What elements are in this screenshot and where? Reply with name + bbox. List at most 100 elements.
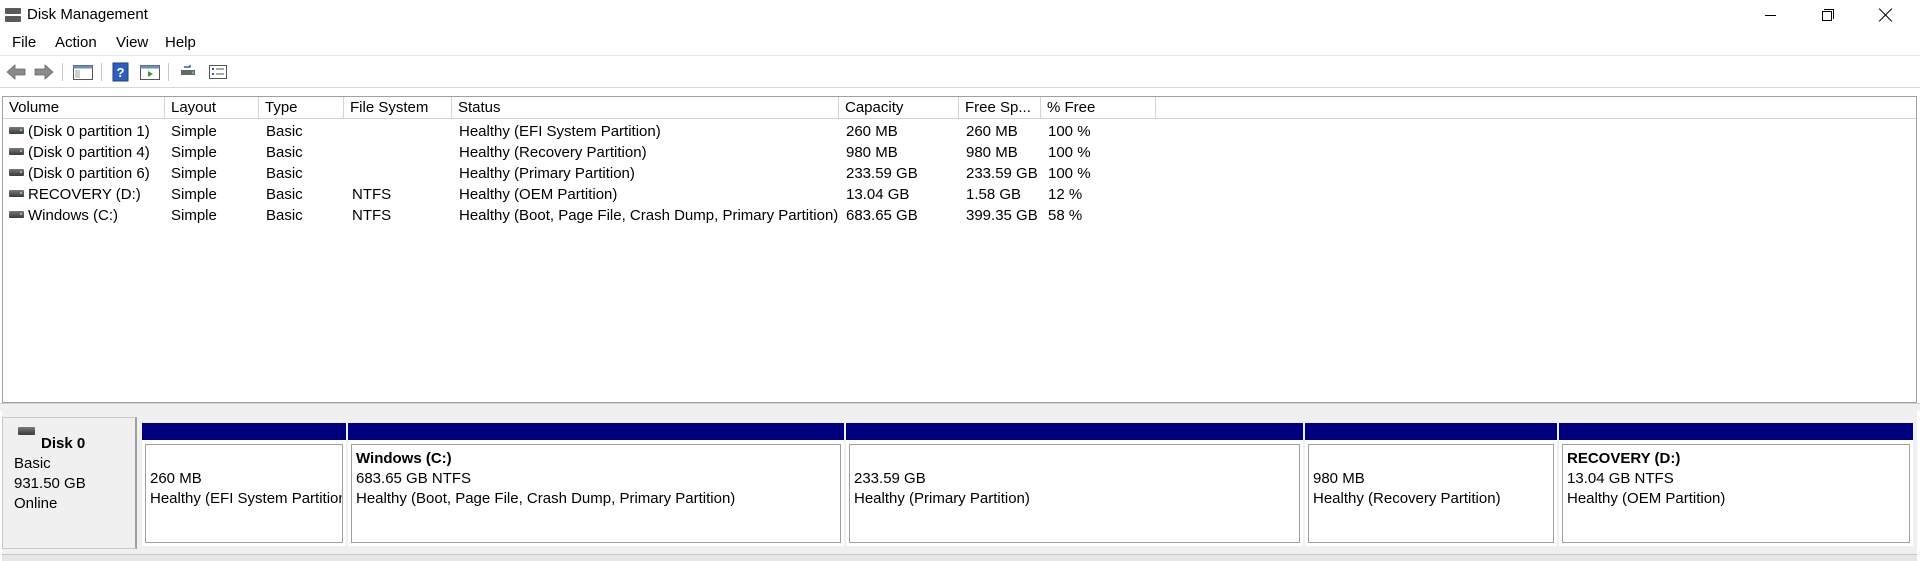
cell-status: Healthy (Primary Partition) xyxy=(459,165,635,182)
table-row[interactable]: RECOVERY (D:) Simple Basic NTFS Healthy … xyxy=(3,184,1916,205)
cell-free-space: 399.35 GB xyxy=(966,207,1038,224)
disk-type: Basic xyxy=(14,455,51,472)
cell-capacity: 233.59 GB xyxy=(846,165,918,182)
list-header: Volume Layout Type File System Status Ca… xyxy=(3,97,1916,119)
cell-free-space: 233.59 GB xyxy=(966,165,1038,182)
back-arrow-icon[interactable] xyxy=(5,62,27,82)
volume-icon xyxy=(9,190,24,197)
cell-layout: Simple xyxy=(171,165,217,182)
column-header-layout[interactable]: Layout xyxy=(165,97,259,119)
cell-layout: Simple xyxy=(171,207,217,224)
column-header-free-space[interactable]: Free Sp... xyxy=(959,97,1041,119)
column-header-type[interactable]: Type xyxy=(259,97,344,119)
close-icon xyxy=(1879,8,1893,22)
console-tree-icon[interactable] xyxy=(72,62,94,82)
forward-arrow-icon[interactable] xyxy=(33,62,55,82)
menu-bar: File Action View Help xyxy=(0,30,1920,56)
partition-block[interactable]: RECOVERY (D:) 13.04 GB NTFS Healthy (OEM… xyxy=(1559,423,1913,546)
cell-file-system: NTFS xyxy=(352,186,392,203)
partition-title: Windows (C:) xyxy=(356,450,452,467)
disk-graphical-view: Disk 0 Basic 931.50 GB Online 260 MB Hea… xyxy=(2,411,1917,561)
table-row[interactable]: (Disk 0 partition 6) Simple Basic Health… xyxy=(3,163,1916,184)
cell-type: Basic xyxy=(266,186,303,203)
table-row[interactable]: (Disk 0 partition 1) Simple Basic Health… xyxy=(3,121,1916,142)
toolbar-separator xyxy=(168,63,169,81)
toolbar: ? xyxy=(0,57,1920,88)
partition-status: Healthy (Primary Partition) xyxy=(854,490,1030,507)
cell-type: Basic xyxy=(266,165,303,182)
pane-splitter[interactable] xyxy=(0,403,1920,411)
cell-free-space: 1.58 GB xyxy=(966,186,1022,203)
help-icon[interactable]: ? xyxy=(110,62,132,82)
cell-capacity: 260 MB xyxy=(846,123,898,140)
restore-icon xyxy=(1822,9,1834,21)
restore-button[interactable] xyxy=(1799,0,1857,30)
table-row[interactable]: (Disk 0 partition 4) Simple Basic Health… xyxy=(3,142,1916,163)
menu-view[interactable]: View xyxy=(116,34,148,51)
partition-block[interactable]: 980 MB Healthy (Recovery Partition) xyxy=(1305,423,1557,546)
cell-status: Healthy (EFI System Partition) xyxy=(459,123,661,140)
volume-icon xyxy=(9,169,24,176)
cell-status: Healthy (OEM Partition) xyxy=(459,186,618,203)
disk-info-panel[interactable]: Disk 0 Basic 931.50 GB Online xyxy=(2,417,137,549)
cell-status: Healthy (Recovery Partition) xyxy=(459,144,647,161)
cell-percent-free: 58 % xyxy=(1048,207,1083,224)
partition-status: Healthy (EFI System Partition) xyxy=(150,490,343,507)
partition-block[interactable]: 260 MB Healthy (EFI System Partition) xyxy=(142,423,346,546)
menu-action[interactable]: Action xyxy=(55,34,97,51)
cell-type: Basic xyxy=(266,207,303,224)
cell-type: Basic xyxy=(266,123,303,140)
cell-percent-free: 100 % xyxy=(1048,123,1091,140)
cell-volume: (Disk 0 partition 4) xyxy=(28,144,150,161)
column-header-volume[interactable]: Volume xyxy=(3,97,165,119)
cell-file-system: NTFS xyxy=(352,207,392,224)
cell-layout: Simple xyxy=(171,123,217,140)
cell-free-space: 980 MB xyxy=(966,144,1018,161)
partition-title: RECOVERY (D:) xyxy=(1567,450,1681,467)
cell-volume: Windows (C:) xyxy=(28,207,119,224)
toolbar-separator xyxy=(62,63,63,81)
partition-body: 233.59 GB Healthy (Primary Partition) xyxy=(849,444,1300,543)
column-header-capacity[interactable]: Capacity xyxy=(839,97,959,119)
partition-status: Healthy (OEM Partition) xyxy=(1567,490,1726,507)
svg-text:?: ? xyxy=(117,65,125,80)
column-header-file-system[interactable]: File System xyxy=(344,97,452,119)
rescan-disks-icon[interactable] xyxy=(178,62,200,82)
cell-layout: Simple xyxy=(171,144,217,161)
toolbar-separator xyxy=(101,63,102,81)
partition-body: RECOVERY (D:) 13.04 GB NTFS Healthy (OEM… xyxy=(1562,444,1910,543)
column-header-status[interactable]: Status xyxy=(452,97,839,119)
close-button[interactable] xyxy=(1857,0,1915,30)
cell-layout: Simple xyxy=(171,186,217,203)
cell-status: Healthy (Boot, Page File, Crash Dump, Pr… xyxy=(459,207,839,224)
disk-management-app-icon xyxy=(5,8,21,22)
volume-icon xyxy=(9,211,24,218)
cell-type: Basic xyxy=(266,144,303,161)
action-pane-icon[interactable] xyxy=(139,62,161,82)
cell-percent-free: 12 % xyxy=(1048,186,1083,203)
title-bar: Disk Management xyxy=(0,0,1920,30)
partition-bar xyxy=(1305,423,1557,440)
menu-file[interactable]: File xyxy=(12,34,36,51)
partition-size: 233.59 GB xyxy=(854,470,926,487)
partition-bar xyxy=(348,423,844,440)
table-row[interactable]: Windows (C:) Simple Basic NTFS Healthy (… xyxy=(3,205,1916,226)
partition-size: 13.04 GB NTFS xyxy=(1567,470,1674,487)
cell-percent-free: 100 % xyxy=(1048,165,1091,182)
partition-size: 980 MB xyxy=(1313,470,1365,487)
partition-block[interactable]: 233.59 GB Healthy (Primary Partition) xyxy=(846,423,1303,546)
cell-capacity: 683.65 GB xyxy=(846,207,918,224)
minimize-button[interactable] xyxy=(1741,0,1799,30)
column-header-percent-free[interactable]: % Free xyxy=(1041,97,1156,119)
properties-icon[interactable] xyxy=(207,62,229,82)
minimize-icon xyxy=(1764,14,1776,16)
partition-size: 683.65 GB NTFS xyxy=(356,470,472,487)
partition-body: 980 MB Healthy (Recovery Partition) xyxy=(1308,444,1554,543)
cell-volume: RECOVERY (D:) xyxy=(28,186,141,203)
partition-block[interactable]: Windows (C:) 683.65 GB NTFS Healthy (Boo… xyxy=(348,423,844,546)
menu-help[interactable]: Help xyxy=(165,34,196,51)
cell-volume: (Disk 0 partition 6) xyxy=(28,165,150,182)
volume-icon xyxy=(9,148,24,155)
window-title: Disk Management xyxy=(27,6,148,23)
volume-list[interactable]: Volume Layout Type File System Status Ca… xyxy=(2,96,1917,403)
